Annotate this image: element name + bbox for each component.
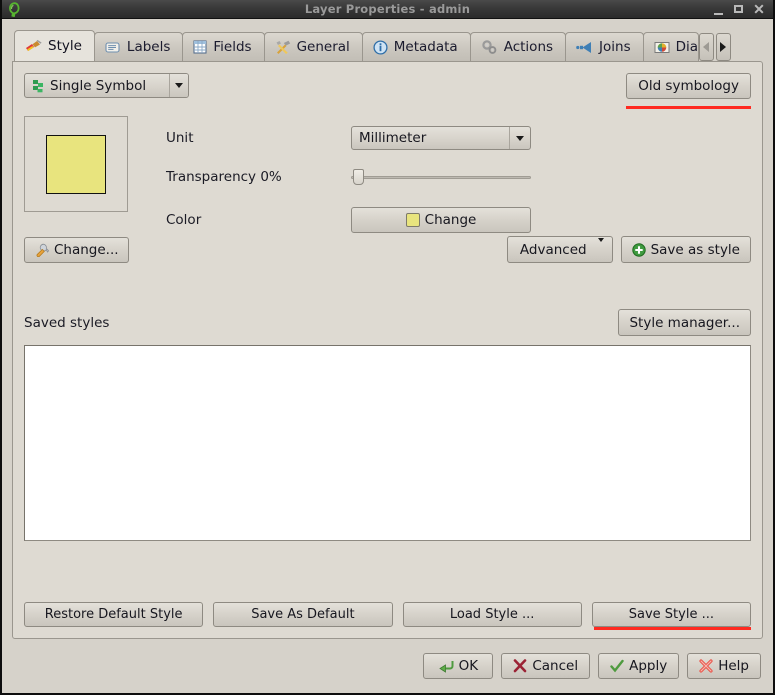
symbol-preview — [24, 116, 128, 212]
window-controls — [713, 4, 773, 15]
table-grid-icon — [193, 40, 207, 54]
tab-scroll-left-button[interactable] — [698, 33, 714, 61]
maximize-icon[interactable] — [733, 4, 744, 15]
old-symbology-button[interactable]: Old symbology — [626, 73, 751, 99]
renderer-type-value: Single Symbol — [50, 77, 147, 94]
save-style-group: Save Style ... — [591, 602, 751, 630]
single-symbol-icon — [32, 79, 45, 93]
ok-button[interactable]: OK — [423, 653, 494, 679]
info-circle-icon — [373, 39, 388, 55]
tab-actions[interactable]: Actions — [469, 32, 567, 61]
color-row: Color Change — [166, 200, 751, 240]
tab-metadata[interactable]: Metadata — [361, 32, 471, 61]
hammer-wrench-icon — [275, 40, 291, 55]
help-button[interactable]: Help — [687, 653, 761, 679]
renderer-type-select[interactable]: Single Symbol — [24, 73, 189, 98]
transparency-row: Transparency 0% — [166, 154, 751, 200]
transparency-label: Transparency 0% — [166, 169, 282, 185]
tab-label: Style — [48, 38, 82, 54]
cancel-label: Cancel — [532, 658, 579, 674]
annotation-underline-save-style — [593, 627, 751, 630]
color-label: Color — [166, 212, 202, 228]
tab-style[interactable]: Style — [14, 30, 95, 61]
qgis-logo-icon — [2, 0, 24, 19]
tab-bar: Style Labels Fields General Metadata Act… — [2, 30, 773, 61]
chevron-down-icon — [597, 237, 604, 258]
saved-styles-label: Saved styles — [24, 314, 110, 331]
window-titlebar: Layer Properties - admin — [2, 0, 773, 19]
chevron-down-icon[interactable] — [169, 74, 188, 97]
advanced-menu-button[interactable]: Advanced — [506, 236, 613, 263]
slider-groove — [351, 176, 531, 179]
help-x-icon — [699, 659, 713, 673]
slider-handle[interactable] — [353, 169, 364, 185]
advanced-label: Advanced — [519, 241, 587, 258]
tab-joins[interactable]: Joins — [565, 32, 644, 61]
ok-label: OK — [458, 658, 479, 674]
paintbrush-icon — [25, 39, 42, 54]
gears-icon — [481, 39, 498, 55]
symbol-fill-swatch — [46, 134, 106, 194]
tab-diagrams[interactable]: Dia — [642, 32, 699, 61]
style-manager-button[interactable]: Style manager... — [618, 309, 751, 336]
green-arrow-icon — [438, 659, 454, 673]
chevron-down-icon[interactable] — [509, 127, 530, 149]
symbol-preview-column: Change... — [24, 116, 142, 263]
tab-fields[interactable]: Fields — [182, 32, 265, 61]
label-lines-icon — [105, 41, 121, 54]
save-as-style-label: Save as style — [650, 241, 740, 258]
apply-button[interactable]: Apply — [598, 653, 680, 679]
tab-scroll-buttons — [698, 32, 731, 61]
tab-label: General — [296, 39, 350, 55]
renderer-row: Single Symbol Old symbology — [24, 73, 751, 109]
unit-value: Millimeter — [359, 130, 427, 146]
transparency-slider[interactable] — [351, 168, 531, 186]
close-icon[interactable] — [753, 4, 764, 15]
annotation-underline-old-symbology — [626, 106, 751, 109]
tab-general[interactable]: General — [263, 32, 363, 61]
restore-default-style-button[interactable]: Restore Default Style — [24, 602, 204, 627]
load-style-button[interactable]: Load Style ... — [402, 602, 582, 627]
unit-select[interactable]: Millimeter — [351, 126, 531, 150]
tab-label: Dia — [675, 39, 699, 55]
save-style-button[interactable]: Save Style ... — [591, 602, 751, 627]
red-x-icon — [513, 659, 527, 673]
cancel-button[interactable]: Cancel — [501, 653, 591, 679]
save-as-default-button[interactable]: Save As Default — [213, 602, 393, 627]
saved-styles-row: Saved styles Style manager... — [24, 309, 751, 336]
color-change-button[interactable]: Change — [351, 207, 531, 233]
advanced-row: Advanced Save as style — [506, 236, 751, 263]
plus-circle-green-icon — [631, 242, 646, 257]
tab-label: Joins — [599, 39, 631, 55]
green-check-icon — [610, 659, 624, 673]
tab-label: Fields — [213, 39, 252, 55]
style-tab-panel: Single Symbol Old symbology Change... Un… — [12, 61, 763, 639]
symbol-change-label: Change... — [54, 242, 119, 258]
unit-label: Unit — [166, 130, 194, 146]
tab-label: Metadata — [393, 39, 458, 55]
tab-label: Actions — [503, 39, 554, 55]
dialog-footer: OK Cancel Apply Help — [2, 639, 773, 693]
saved-styles-list[interactable] — [24, 345, 751, 541]
color-swatch-icon — [405, 213, 420, 227]
unit-row: Unit Millimeter — [166, 122, 751, 154]
symbol-change-button[interactable]: Change... — [24, 237, 129, 263]
style-file-actions: Restore Default Style Save As Default Lo… — [24, 602, 751, 630]
diagram-chart-icon — [654, 41, 670, 54]
old-symbology-group: Old symbology — [626, 73, 751, 109]
apply-label: Apply — [629, 658, 668, 674]
help-label: Help — [718, 658, 749, 674]
color-change-label: Change — [424, 212, 477, 228]
save-as-style-button[interactable]: Save as style — [620, 236, 751, 263]
window-title: Layer Properties - admin — [304, 1, 471, 16]
join-arrow-icon — [576, 41, 593, 54]
tab-label: Labels — [126, 39, 171, 55]
wrench-icon — [34, 243, 49, 257]
layer-properties-dialog: Layer Properties - admin Style Labels Fi… — [0, 0, 775, 695]
tab-labels[interactable]: Labels — [93, 32, 184, 61]
minimize-icon[interactable] — [713, 4, 724, 15]
tab-scroll-right-button[interactable] — [715, 33, 731, 61]
